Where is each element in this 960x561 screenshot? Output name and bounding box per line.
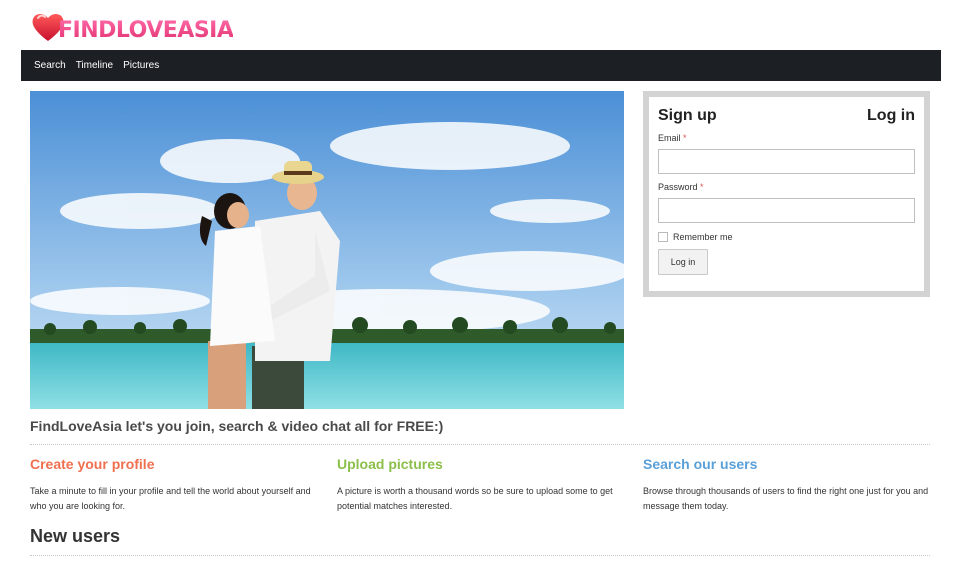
required-mark: * bbox=[700, 182, 704, 192]
feature-text: Browse through thousands of users to fin… bbox=[643, 486, 929, 511]
feature-title[interactable]: Upload pictures bbox=[337, 456, 627, 472]
login-tab[interactable]: Log in bbox=[867, 107, 915, 125]
feature-search-users: Search our users Browse through thousand… bbox=[643, 456, 933, 514]
nav-search[interactable]: Search bbox=[34, 60, 66, 71]
feature-text: Take a minute to fill in your profile an… bbox=[30, 486, 311, 511]
logo-text: FINDLOVEASIA bbox=[58, 17, 234, 43]
email-field[interactable] bbox=[658, 149, 915, 174]
divider bbox=[30, 444, 930, 445]
new-users-heading: New users bbox=[30, 526, 121, 546]
signup-tab[interactable]: Sign up bbox=[658, 107, 717, 125]
nav-timeline[interactable]: Timeline bbox=[76, 60, 113, 71]
hero-image bbox=[30, 91, 624, 409]
feature-title[interactable]: Search our users bbox=[643, 456, 933, 472]
divider bbox=[30, 555, 930, 556]
remember-me-label: Remember me bbox=[673, 232, 733, 242]
login-header: Sign up Log in bbox=[658, 97, 915, 125]
password-field[interactable] bbox=[658, 198, 915, 223]
tagline: FindLoveAsia let's you join, search & vi… bbox=[30, 418, 444, 434]
nav-pictures[interactable]: Pictures bbox=[123, 60, 159, 71]
feature-upload-pictures: Upload pictures A picture is worth a tho… bbox=[337, 456, 627, 514]
required-mark: * bbox=[683, 133, 687, 143]
login-button[interactable]: Log in bbox=[658, 249, 708, 275]
remember-me-checkbox[interactable] bbox=[658, 232, 668, 242]
feature-text: A picture is worth a thousand words so b… bbox=[337, 486, 613, 511]
email-label-text: Email bbox=[658, 133, 681, 143]
login-panel: Sign up Log in Email * Password * Rememb… bbox=[643, 91, 930, 297]
main-navbar: Search Timeline Pictures bbox=[21, 50, 941, 81]
feature-create-profile: Create your profile Take a minute to fil… bbox=[30, 456, 320, 514]
email-label: Email * bbox=[658, 133, 915, 143]
login-form: Sign up Log in Email * Password * Rememb… bbox=[649, 97, 924, 291]
password-label: Password * bbox=[658, 182, 915, 192]
remember-me-row[interactable]: Remember me bbox=[658, 232, 915, 242]
site-logo[interactable]: FINDLOVEASIA bbox=[30, 8, 234, 46]
feature-title[interactable]: Create your profile bbox=[30, 456, 320, 472]
password-label-text: Password bbox=[658, 182, 698, 192]
